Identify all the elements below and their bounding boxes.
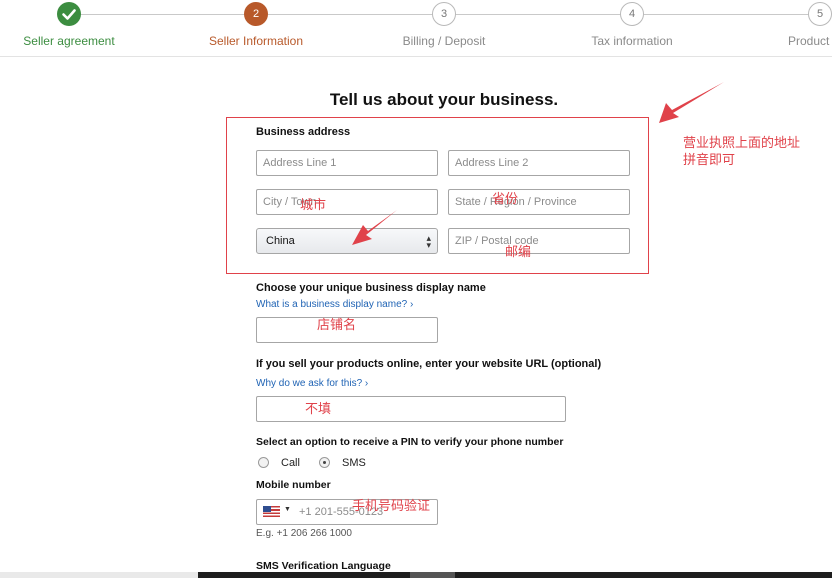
arrow-to-country-icon	[352, 210, 397, 245]
taskbar	[198, 572, 832, 578]
taskbar-item	[410, 572, 455, 578]
arrow-to-address-icon	[659, 82, 724, 123]
annotation-arrows	[352, 82, 724, 245]
